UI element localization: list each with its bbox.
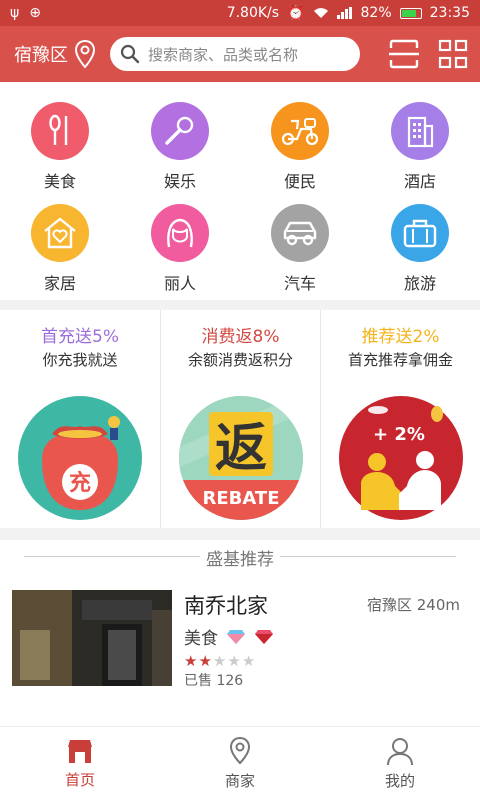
category-label: 汽车 — [283, 274, 316, 293]
promo-title: 推荐送2% — [361, 327, 440, 347]
category-label: 酒店 — [403, 172, 436, 191]
status-bar: ψ ⊕ 7.80K/s ⏰ 82% 23:35 — [0, 0, 480, 26]
category-convenience[interactable]: 便民 — [240, 102, 360, 192]
utensils-icon — [49, 114, 68, 145]
shop-sold: 已售 126 — [184, 673, 244, 689]
diamond-icon — [227, 629, 245, 644]
building-icon — [407, 116, 434, 148]
category-label: 美食 — [43, 172, 76, 191]
clock: 23:35 — [429, 5, 470, 21]
tab-label: 商家 — [224, 772, 255, 790]
location-pin-icon — [229, 736, 251, 765]
category-entertainment-circle — [151, 102, 209, 160]
category-grid: 美食 娱乐 便民 酒店 家居 丽人 汽车 旅游 — [0, 82, 480, 300]
shop-name: 南乔北家 — [184, 594, 268, 618]
suitcase-icon — [403, 219, 437, 248]
tab-merchants[interactable]: 商家 — [160, 727, 320, 800]
scan-icon[interactable] — [388, 38, 420, 70]
tab-home[interactable]: 首页 — [0, 727, 160, 800]
shop-icon — [68, 740, 92, 763]
star-empty-icon: ★ — [241, 652, 256, 670]
scooter-icon — [281, 118, 319, 146]
promo-title: 消费返8% — [201, 327, 280, 347]
bottom-tab-bar: 首页 商家 我的 — [0, 726, 480, 800]
tab-label: 我的 — [384, 772, 415, 790]
category-label: 娱乐 — [163, 172, 196, 191]
recommend-title: 盛基推荐 — [200, 544, 280, 570]
money-bag-illustration: 充 — [18, 396, 142, 520]
wifi-icon — [313, 8, 328, 18]
shop-rating: ★ ★ ★ ★ ★ — [184, 652, 255, 670]
shop-card[interactable]: 南乔北家 宿豫区 240m 美食 ★ ★ ★ ★ ★ 已售 126 — [12, 590, 460, 690]
diamond-icon — [255, 629, 273, 644]
category-entertainment[interactable]: 娱乐 — [120, 102, 240, 192]
globe-icon: ⊕ — [29, 5, 41, 21]
promo-badge: 返 — [215, 419, 267, 479]
alarm-icon: ⏰ — [287, 5, 305, 21]
search-placeholder: 搜索商家、品类或名称 — [148, 45, 299, 64]
app-header: 宿豫区 搜索商家、品类或名称 — [0, 26, 480, 82]
microphone-icon — [165, 116, 194, 145]
promo-rebate[interactable]: 消费返8% 余额消费返积分 返 REBATE — [160, 310, 320, 528]
usb-icon: ψ — [10, 5, 20, 21]
category-food[interactable]: 美食 — [0, 102, 120, 192]
network-speed: 7.80K/s — [226, 5, 280, 21]
battery-icon — [399, 7, 422, 19]
search-icon — [120, 44, 140, 64]
promo-section: 首充送5% 你充我就送 充 消费返8% 余额消费返积分 返 REBATE 推荐送… — [0, 310, 480, 528]
location-pin-icon — [74, 39, 96, 69]
category-beauty-circle — [151, 204, 209, 262]
recommend-header: 盛基推荐 — [0, 540, 480, 574]
category-hotel[interactable]: 酒店 — [360, 102, 480, 192]
location-label: 宿豫区 — [14, 45, 68, 66]
shop-thumbnail — [12, 590, 172, 686]
category-travel-circle — [391, 204, 449, 262]
star-filled-icon: ★ — [184, 652, 198, 670]
signal-icon — [336, 7, 352, 19]
grid-icon[interactable] — [438, 39, 468, 69]
promo-subtitle: 余额消费返积分 — [187, 351, 293, 369]
tab-me[interactable]: 我的 — [320, 727, 480, 800]
recommend-section: 盛基推荐 南乔北家 宿豫区 240m 美食 ★ ★ ★ ★ ★ 已售 126 — [0, 540, 480, 726]
category-food-circle — [31, 102, 89, 160]
woman-icon — [167, 218, 193, 248]
car-icon — [283, 221, 317, 246]
category-label: 丽人 — [163, 274, 196, 293]
category-auto[interactable]: 汽车 — [240, 204, 360, 294]
promo-rebate-text: REBATE — [203, 488, 280, 509]
promo-title: 首充送5% — [41, 327, 119, 347]
referral-illustration: + 2% — [339, 396, 463, 520]
promo-subtitle: 首充推荐拿佣金 — [347, 351, 453, 369]
star-filled-icon: ★ — [198, 652, 212, 670]
battery-percent: 82% — [360, 5, 392, 21]
promo-referral[interactable]: 推荐送2% 首充推荐拿佣金 + 2% — [320, 310, 480, 528]
promo-badge: 充 — [69, 470, 91, 496]
shop-distance: 宿豫区 240m — [366, 596, 460, 614]
category-convenience-circle — [271, 102, 329, 160]
promo-badge: + 2% — [373, 424, 425, 445]
shop-category-row: 美食 — [184, 624, 274, 649]
location-selector[interactable]: 宿豫区 — [14, 39, 96, 69]
category-label: 便民 — [283, 172, 316, 191]
star-empty-icon: ★ — [212, 652, 227, 670]
category-label: 旅游 — [403, 274, 436, 293]
tab-label: 首页 — [64, 771, 95, 789]
category-beauty[interactable]: 丽人 — [120, 204, 240, 294]
category-label: 家居 — [43, 274, 76, 293]
category-travel[interactable]: 旅游 — [360, 204, 480, 294]
shop-category: 美食 — [184, 629, 218, 649]
house-heart-icon — [44, 217, 76, 249]
category-home[interactable]: 家居 — [0, 204, 120, 294]
promo-first-recharge[interactable]: 首充送5% 你充我就送 充 — [0, 310, 160, 528]
user-icon — [387, 738, 413, 766]
category-home-circle — [31, 204, 89, 262]
category-auto-circle — [271, 204, 329, 262]
search-input[interactable]: 搜索商家、品类或名称 — [110, 37, 360, 71]
category-hotel-circle — [391, 102, 449, 160]
rebate-illustration: 返 REBATE — [179, 396, 303, 520]
promo-subtitle: 你充我就送 — [42, 351, 118, 369]
star-empty-icon: ★ — [227, 652, 241, 670]
